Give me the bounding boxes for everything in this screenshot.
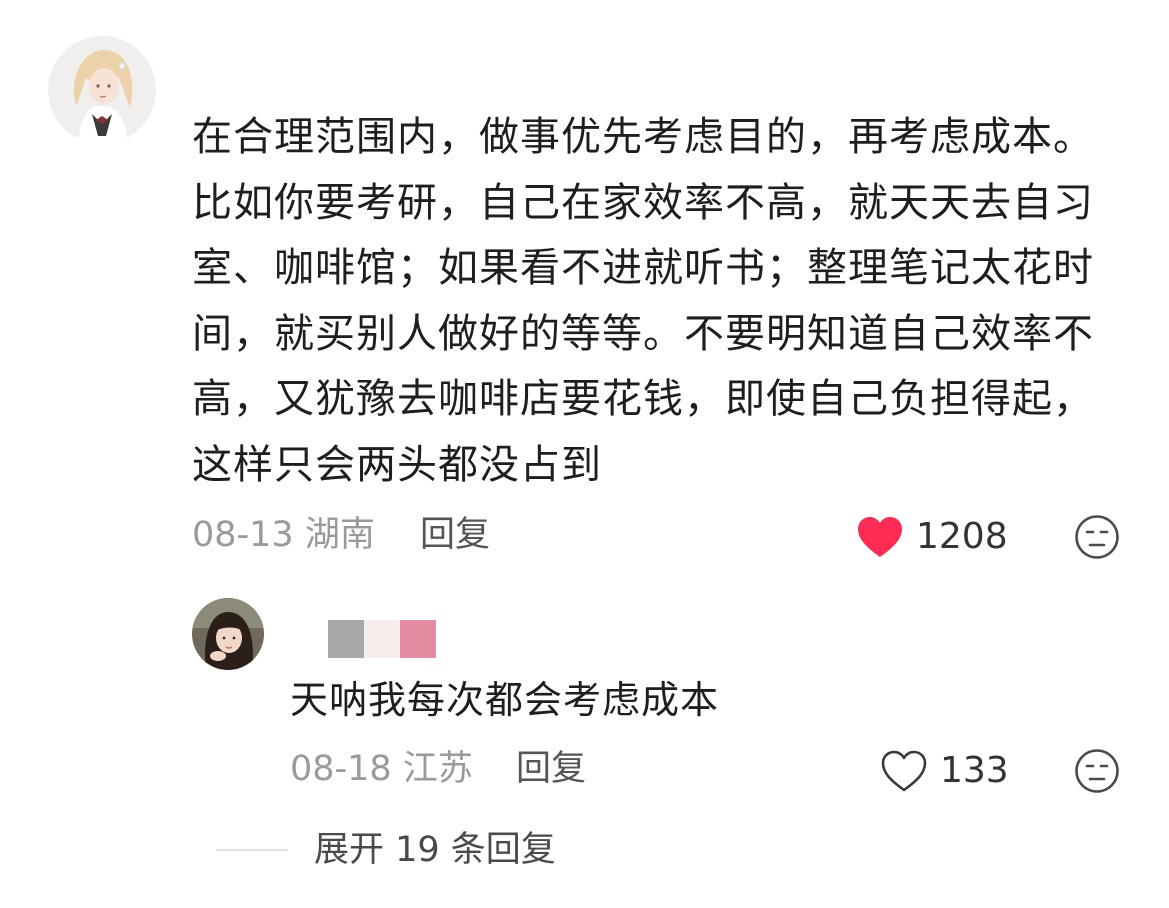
unamused-face-icon	[1075, 749, 1119, 793]
username-mask-block	[400, 620, 436, 658]
comment-dislike-button[interactable]	[1074, 514, 1120, 560]
heart-outline-icon	[881, 750, 927, 792]
comment-date-location: 08-13 湖南	[192, 515, 375, 555]
username-mask-block	[328, 620, 364, 658]
replier-username-masked[interactable]	[290, 620, 436, 658]
avatar-photo	[192, 598, 264, 670]
reply-date: 08-18	[290, 749, 392, 789]
comment-location: 湖南	[304, 515, 375, 555]
commenter-avatar[interactable]	[48, 36, 156, 144]
reply-like-count: 133	[940, 750, 1009, 791]
reply-date-location: 08-18 江苏	[290, 749, 473, 789]
username-mask-block	[364, 620, 400, 658]
reply-reply-button[interactable]: 回复	[516, 749, 586, 789]
heart-filled-icon	[858, 517, 902, 557]
comment-date: 08-13	[192, 515, 294, 555]
replier-avatar[interactable]	[192, 598, 264, 670]
unamused-face-icon	[1075, 515, 1119, 559]
comment-like-count: 1208	[916, 516, 1008, 557]
expand-replies-button[interactable]: 展开 19 条回复	[216, 826, 556, 874]
reply-like-button[interactable]: 133	[880, 749, 1009, 793]
reply-location: 江苏	[402, 749, 473, 789]
expand-replies-label: 展开 19 条回复	[314, 830, 556, 870]
avatar-illustration	[48, 36, 156, 144]
comment-text: 在合理范围内，做事优先考虑目的，再考虑成本。 比如你要考研，自己在家效率不高，就…	[192, 114, 1094, 488]
reply-text: 天呐我每次都会考虑成本	[290, 678, 720, 722]
comment-like-button[interactable]: 1208	[856, 515, 1008, 559]
comment-reply-button[interactable]: 回复	[420, 515, 490, 555]
reply-dislike-button[interactable]	[1074, 748, 1120, 794]
expand-divider-line	[216, 849, 288, 851]
